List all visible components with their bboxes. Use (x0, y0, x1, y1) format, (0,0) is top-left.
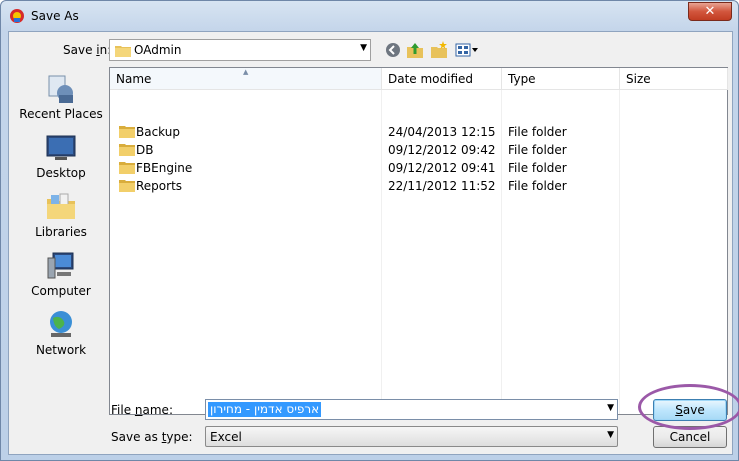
file-row[interactable]: Reports 22/11/2012 11:52 File folder (110, 177, 727, 195)
annotation-highlight-ring (638, 384, 739, 430)
file-date: 24/04/2013 12:15 (388, 125, 496, 139)
folder-icon (119, 144, 135, 156)
close-button[interactable]: ✕ (688, 2, 732, 21)
network-icon (50, 311, 72, 337)
place-label: Recent Places (19, 107, 103, 121)
folder-icon (119, 126, 135, 138)
save-in-dropdown[interactable]: OAdmin ▼ (109, 39, 371, 61)
close-icon: ✕ (704, 4, 716, 19)
place-label: Computer (31, 284, 91, 298)
file-name: FBEngine (136, 161, 193, 175)
place-recent-places[interactable]: Recent Places (15, 71, 107, 127)
place-label: Desktop (36, 166, 86, 180)
places-bar: Recent Places Desktop Libraries Computer… (15, 67, 107, 413)
file-date: 09/12/2012 09:42 (388, 143, 496, 157)
place-libraries[interactable]: Libraries (15, 189, 107, 245)
column-header-size[interactable]: Size (620, 68, 728, 90)
folder-icon (119, 162, 135, 174)
file-name: DB (136, 143, 154, 157)
place-label: Network (35, 343, 87, 357)
column-label: Name (116, 72, 152, 86)
view-menu-icon[interactable] (454, 40, 480, 60)
title-bar[interactable]: Save As ✕ (1, 1, 738, 31)
up-folder-icon[interactable] (405, 40, 425, 60)
save-as-type-dropdown[interactable]: Excel ▼ (205, 426, 618, 447)
column-label: Size (626, 72, 651, 86)
column-label: Date modified (388, 72, 474, 86)
file-list[interactable]: Name ▲ Date modified Type Size Backup 24… (109, 67, 728, 415)
libraries-icon (47, 193, 75, 219)
place-desktop[interactable]: Desktop (15, 130, 107, 186)
column-label: Type (508, 72, 536, 86)
file-type: File folder (508, 125, 567, 139)
save-as-type-value: Excel (210, 430, 242, 444)
column-header-type[interactable]: Type (502, 68, 620, 90)
chevron-down-icon[interactable]: ▼ (360, 43, 367, 53)
app-icon (10, 9, 24, 23)
file-type: File folder (508, 143, 567, 157)
save-in-value: OAdmin (134, 43, 182, 57)
desktop-icon (46, 135, 76, 160)
folder-icon (115, 46, 131, 57)
place-network[interactable]: Network (15, 307, 107, 363)
file-type: File folder (508, 161, 567, 175)
file-name: Reports (136, 179, 183, 193)
back-icon[interactable] (383, 40, 403, 60)
file-name-label: File name: (111, 403, 173, 417)
file-type: File folder (508, 179, 567, 193)
computer-icon (47, 252, 74, 279)
file-name-input[interactable]: ארפיס אדמין - מחירון ▼ (205, 399, 618, 420)
window-title: Save As (31, 9, 79, 23)
place-computer[interactable]: Computer (15, 248, 107, 304)
file-name-value: ארפיס אדמין - מחירון (208, 402, 322, 417)
sort-ascending-icon: ▲ (243, 68, 249, 76)
file-row[interactable]: Backup 24/04/2013 12:15 File folder (110, 123, 727, 141)
file-date: 09/12/2012 09:41 (388, 161, 496, 175)
new-folder-icon[interactable] (429, 40, 449, 60)
file-name: Backup (136, 125, 180, 139)
folder-icon (119, 180, 135, 192)
file-date: 22/11/2012 11:52 (388, 179, 496, 193)
save-as-dialog: Save As ✕ Save in: OAdmin ▼ Recent Place… (0, 0, 739, 461)
chevron-down-icon[interactable]: ▼ (607, 403, 614, 413)
column-header-date-modified[interactable]: Date modified (382, 68, 502, 90)
save-as-type-label: Save as type: (111, 430, 193, 444)
save-in-label: Save in: (63, 43, 112, 57)
file-row[interactable]: FBEngine 09/12/2012 09:41 File folder (110, 159, 727, 177)
recent-places-icon (48, 75, 73, 103)
file-row[interactable]: DB 09/12/2012 09:42 File folder (110, 141, 727, 159)
dialog-body: Save in: OAdmin ▼ Recent Places Desktop … (8, 31, 739, 455)
chevron-down-icon[interactable]: ▼ (607, 430, 614, 440)
column-header-name[interactable]: Name ▲ (110, 68, 382, 90)
place-label: Libraries (35, 225, 87, 239)
